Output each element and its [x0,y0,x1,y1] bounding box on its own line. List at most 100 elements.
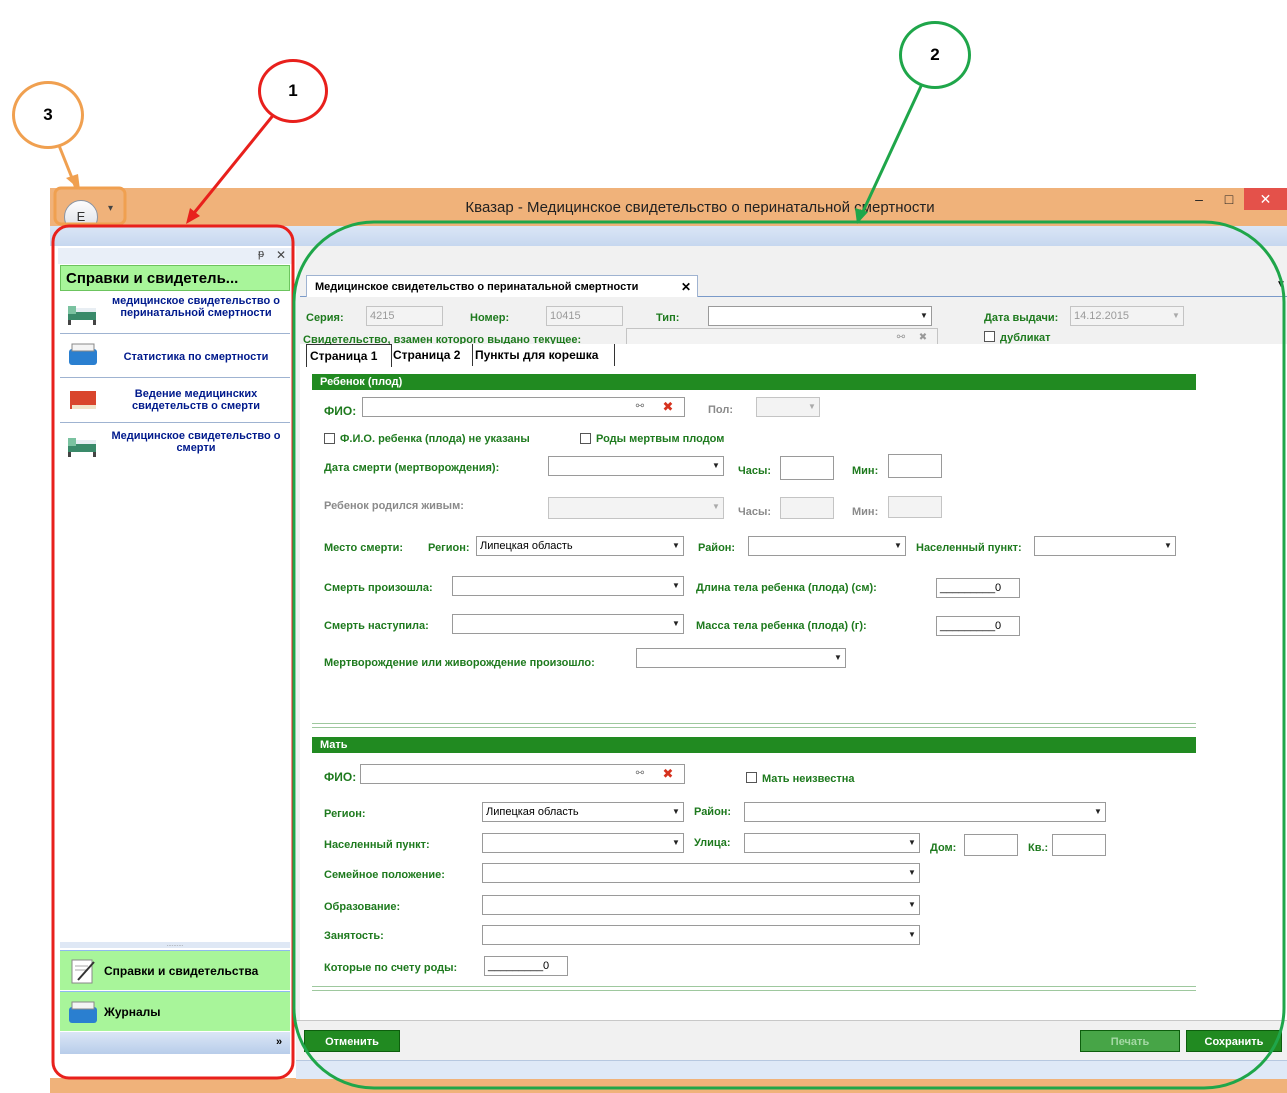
issue-date-picker[interactable]: 14.12.2015 ▼ [1070,306,1184,326]
expand-chevron-icon[interactable]: » [276,1036,282,1048]
section-divider [312,986,1196,991]
nav-item-death-statistics[interactable]: Статистика по смертности [60,335,290,378]
hours-field[interactable] [780,456,834,480]
mother-region-select[interactable]: Липецкая область ▼ [482,802,684,822]
nav-item-death-certificates-management[interactable]: Ведение медицинских свидетельств о смерт… [60,379,290,423]
born-minutes-field[interactable] [888,496,942,518]
body-length-field[interactable]: _________0 [936,578,1020,598]
mother-fio-label: ФИО: [324,770,357,784]
birth-place-label: Мертворождение или живорождение произошл… [324,657,595,669]
navigation-panel-header [58,248,292,264]
death-date-picker[interactable]: ▼ [548,456,724,476]
death-came-select[interactable]: ▼ [452,614,684,634]
close-window-button[interactable]: ✕ [1244,188,1287,210]
locality-select[interactable]: ▼ [1034,536,1176,556]
window-title: Квазар - Медицинское свидетельство о пер… [465,199,935,216]
panel-splitter[interactable]: .......... [60,942,290,948]
born-hours-field[interactable] [780,497,834,519]
birth-place-select[interactable]: ▼ [636,648,846,668]
tab-page-2[interactable]: Страница 2 [390,344,473,366]
lookup-icon[interactable]: ⚯ [630,766,650,782]
chevron-down-icon: ▼ [672,838,680,847]
apartment-label: Кв.: [1028,842,1049,854]
mother-locality-select[interactable]: ▼ [482,833,684,853]
street-select[interactable]: ▼ [744,833,920,853]
death-occurred-label: Смерть произошла: [324,582,433,594]
house-label: Дом: [930,842,957,854]
death-occurred-select[interactable]: ▼ [452,576,684,596]
clear-icon[interactable]: ✖ [658,399,678,415]
pin-icon[interactable]: ᵽ [258,248,264,260]
house-field[interactable] [964,834,1018,856]
chevron-down-icon: ▼ [894,541,902,550]
quick-access-arrow-icon[interactable]: ▾ [108,203,113,214]
sex-select[interactable]: ▼ [756,397,820,417]
duplicate-checkbox[interactable] [984,331,995,345]
education-select[interactable]: ▼ [482,895,920,915]
mother-fio-field[interactable]: ⚯ ✖ [360,764,685,784]
tab-page-1[interactable]: Страница 1 [306,344,392,367]
mother-district-label: Район: [694,806,732,818]
mother-unknown-checkbox[interactable] [746,772,757,786]
type-label: Тип: [656,312,680,324]
nav-item-death-certificate[interactable]: Медицинское свидетельство о смерти [60,424,290,460]
child-section-header: Ребенок (плод) [312,374,1196,390]
document-tab[interactable]: Медицинское свидетельство о перинатально… [306,275,698,297]
checkbox-icon [580,433,591,444]
nav-group-certificates[interactable]: Справки и свидетельства [60,950,290,990]
region-select[interactable]: Липецкая область ▼ [476,536,684,556]
mother-unknown-label: Мать неизвестна [762,773,855,785]
chevron-down-icon: ▼ [1094,807,1102,816]
born-alive-label: Ребенок родился живым: [324,500,464,512]
nav-item-perinatal-certificate[interactable]: медицинское свидетельство о перинатально… [60,292,290,334]
number-field[interactable]: 10415 [546,306,623,326]
chevron-down-icon: ▼ [672,807,680,816]
checkbox-icon [984,331,995,342]
series-field[interactable]: 4215 [366,306,443,326]
callout-3: 3 [12,81,84,149]
tab-stub-items[interactable]: Пункты для корешка [472,344,615,366]
marital-status-select[interactable]: ▼ [482,863,920,883]
nav-group-journals[interactable]: Журналы [60,991,290,1031]
births-count-field[interactable]: _________0 [484,956,568,976]
panel-close-icon[interactable]: ✕ [276,248,286,262]
no-name-label: Ф.И.О. ребенка (плода) не указаны [340,433,530,445]
mother-district-select[interactable]: ▼ [744,802,1106,822]
nav-item-label: Статистика по смертности [123,351,269,363]
chevron-down-icon: ▼ [908,868,916,877]
tab-list-arrow-icon[interactable]: ▼ [1276,279,1286,290]
stillbirth-checkbox[interactable] [580,433,591,447]
navigation-panel-footer [60,1032,290,1054]
body-mass-field[interactable]: _________0 [936,616,1020,636]
child-fio-field[interactable]: ⚯ ✖ [362,397,685,417]
clear-icon[interactable]: ✖ [658,766,678,782]
mother-region-label: Регион: [324,808,366,820]
chevron-down-icon: ▼ [834,653,842,662]
nav-group-label: Журналы [104,1005,161,1019]
child-fio-label: ФИО: [324,404,357,418]
print-button[interactable]: Печать [1080,1030,1180,1052]
lookup-icon[interactable]: ⚯ [630,399,650,415]
type-select[interactable]: ▼ [708,306,932,326]
hours-label: Часы: [738,465,772,477]
chevron-down-icon: ▼ [908,838,916,847]
minimize-button[interactable]: – [1184,188,1214,210]
employment-select[interactable]: ▼ [482,925,920,945]
nav-item-label: Ведение медицинских свидетельств о смерт… [131,388,261,412]
death-came-label: Смерть наступила: [324,620,429,632]
cancel-button[interactable]: Отменить [304,1030,400,1052]
born-alive-picker[interactable]: ▼ [548,497,724,519]
locality-label: Населенный пункт: [916,542,1022,554]
checkbox-icon [324,433,335,444]
no-name-checkbox[interactable] [324,433,335,447]
employment-label: Занятость: [324,930,384,942]
district-select[interactable]: ▼ [748,536,906,556]
chevron-down-icon: ▼ [672,581,680,590]
apartment-field[interactable] [1052,834,1106,856]
minutes-field[interactable] [888,454,942,478]
chevron-down-icon: ▼ [672,541,680,550]
tab-close-icon[interactable]: ✕ [681,276,691,298]
save-button[interactable]: Сохранить [1186,1030,1282,1052]
maximize-button[interactable]: □ [1214,188,1244,210]
issue-date-label: Дата выдачи: [984,312,1059,324]
